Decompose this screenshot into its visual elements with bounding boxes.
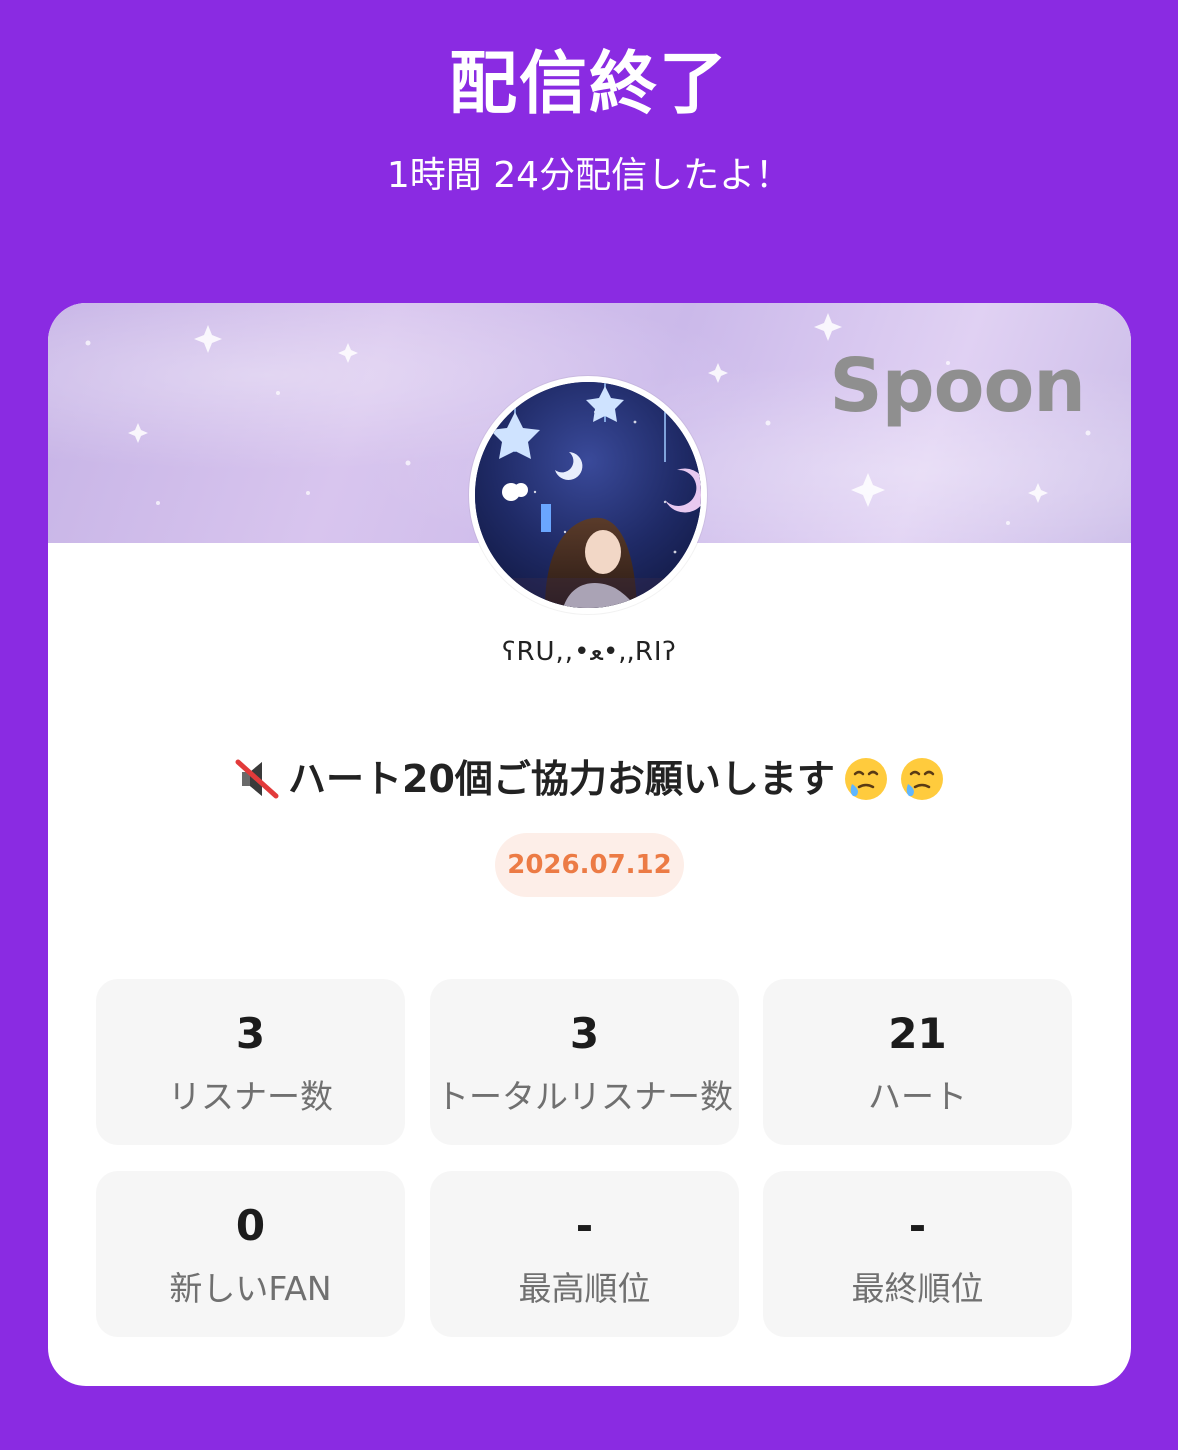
stat-value: - — [908, 1201, 927, 1250]
date-badge: 2026.07.12 — [495, 833, 684, 897]
stat-new-fans: 0 新しいFAN — [96, 1171, 405, 1337]
face-holding-back-tears-icon — [900, 758, 943, 800]
stat-label: ハート — [868, 1077, 967, 1116]
stat-label: 新しいFAN — [169, 1269, 332, 1308]
page-title: 配信終了 — [448, 45, 729, 124]
streamer-name: ʕRU,,•ﻌ•,,RIʔ — [502, 637, 677, 667]
stat-label: リスナー数 — [168, 1077, 333, 1116]
room-title: ハート20個ご協力お願いします — [288, 757, 835, 801]
stat-value: 0 — [235, 1201, 266, 1250]
muted-speaker-icon — [235, 759, 279, 799]
stat-value: 3 — [235, 1009, 266, 1058]
stat-value: 3 — [569, 1009, 600, 1058]
header: 配信終了 1時間 24分配信したよ！ — [0, 0, 1178, 300]
room-title-row: ハート20個ご協力お願いします — [48, 749, 1131, 809]
stat-final-rank: - 最終順位 — [763, 1171, 1072, 1337]
stat-total-listeners: 3 トータルリスナー数 — [430, 979, 739, 1145]
stat-listeners: 3 リスナー数 — [96, 979, 405, 1145]
stat-label: 最高順位 — [518, 1269, 651, 1308]
stat-label: 最終順位 — [851, 1269, 984, 1308]
broadcast-duration: 1時間 24分配信したよ！ — [386, 155, 792, 196]
avatar — [469, 376, 707, 614]
broadcast-summary-card: Spoon ʕRU,,•ﻌ•,,RIʔ ハート20個ご協力お願いします 2026… — [48, 303, 1131, 1386]
stat-value: - — [575, 1201, 594, 1250]
stat-highest-rank: - 最高順位 — [430, 1171, 739, 1337]
stat-value: 21 — [888, 1009, 947, 1058]
stat-label: トータルリスナー数 — [436, 1077, 733, 1116]
stat-hearts: 21 ハート — [763, 979, 1072, 1145]
spoon-logo: Spoon — [829, 343, 1086, 429]
face-holding-back-tears-icon — [844, 758, 887, 800]
